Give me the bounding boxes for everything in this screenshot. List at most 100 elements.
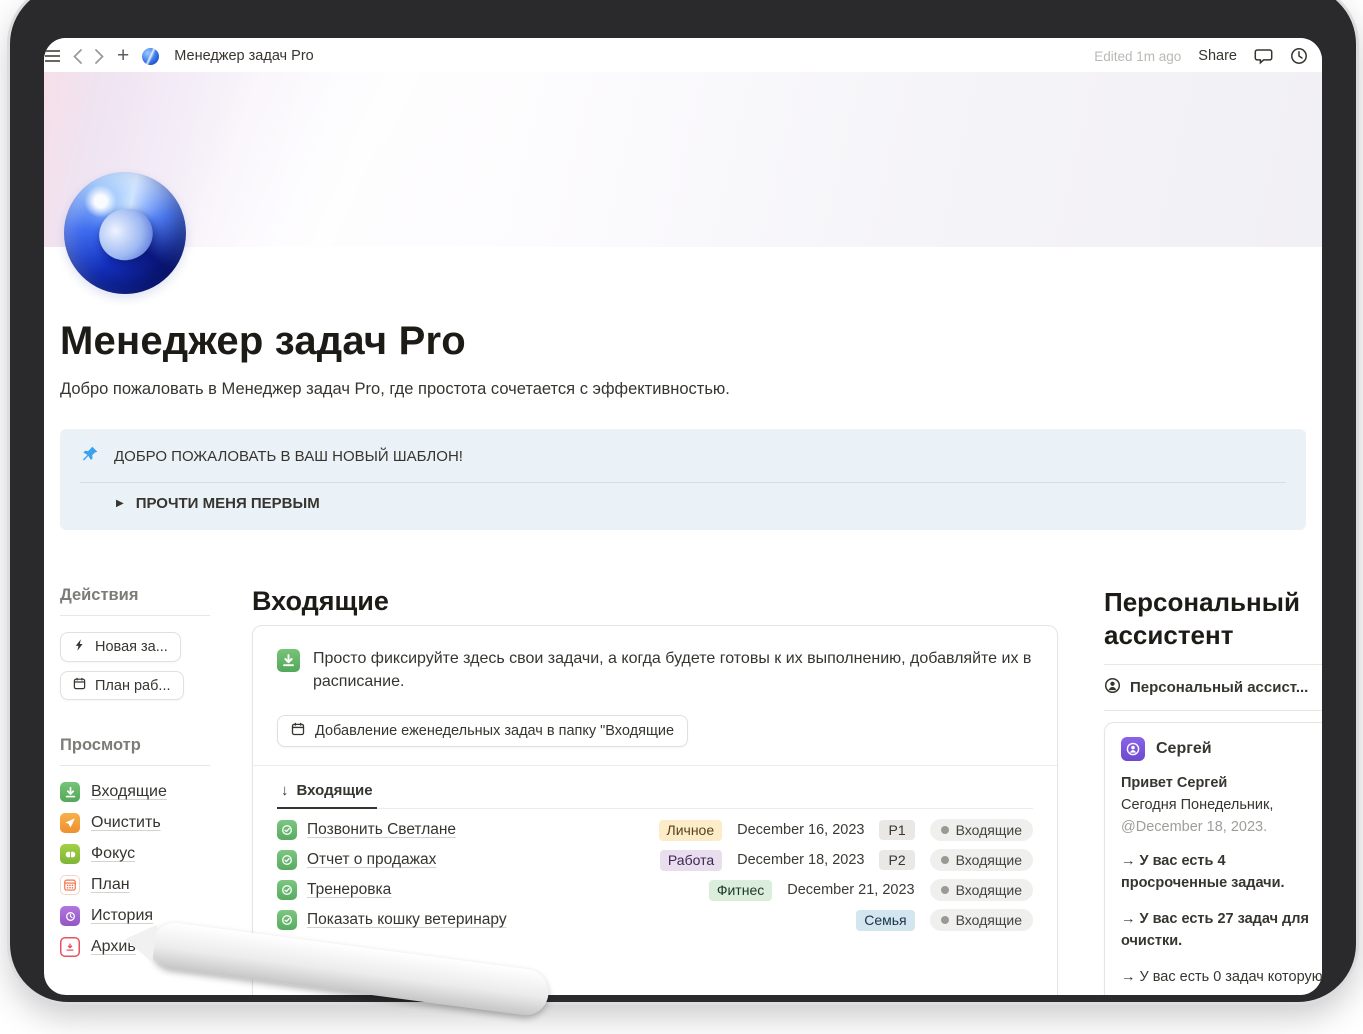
comments-icon[interactable] — [1254, 47, 1273, 65]
paper-plane-icon — [60, 813, 80, 833]
status-dot-icon — [941, 826, 949, 834]
page-logo — [64, 172, 186, 294]
priority-badge[interactable]: P1 — [879, 820, 914, 840]
inbox-arrow-down-icon — [277, 649, 300, 672]
tab-inbox[interactable]: ↓ Входящие — [277, 778, 377, 809]
inbox-note: Просто фиксируйте здесь свои задачи, а к… — [313, 648, 1033, 693]
arrow-down-icon: ↓ — [281, 782, 289, 799]
sidebar-label: План — [91, 876, 130, 894]
inbox-arrow-down-icon — [60, 782, 80, 802]
assistant-line: Сегодня Понедельник, — [1121, 795, 1322, 817]
date-mention[interactable]: @December 18, 2023. — [1121, 817, 1322, 839]
table-row[interactable]: Показать кошку ветеринару Семья Входящие — [277, 905, 1033, 935]
actions-heading: Действия — [60, 586, 210, 605]
status-pill[interactable]: Входящие — [930, 849, 1033, 871]
share-button[interactable]: Share — [1198, 48, 1237, 64]
cover-image — [44, 72, 1322, 247]
priority-badge[interactable]: P2 — [879, 850, 914, 870]
sidebar-item-focus[interactable]: Фокус — [60, 844, 210, 864]
tab-title[interactable]: Менеджер задач Pro — [174, 48, 313, 64]
screen: + Менеджер задач Pro Edited 1m ago Share… — [44, 38, 1322, 995]
assistant-toggle-label: Персональный ассист... — [1130, 679, 1308, 696]
toggle-triangle-icon: ▶ — [116, 498, 124, 509]
sidebar-label: Очистить — [91, 814, 161, 832]
task-title[interactable]: Отчет о продажах — [307, 851, 436, 869]
task-title[interactable]: Тренеровка — [307, 881, 391, 899]
task-check-icon[interactable] — [277, 880, 297, 900]
new-tab-icon[interactable]: + — [117, 45, 129, 66]
status-dot-icon — [941, 916, 949, 924]
task-check-icon[interactable] — [277, 910, 297, 930]
task-check-icon[interactable] — [277, 850, 297, 870]
status-dot-icon — [941, 856, 949, 864]
person-circle-icon — [1104, 677, 1121, 698]
sidebar-item-inbox[interactable]: Входящие — [60, 782, 210, 802]
pushpin-icon — [80, 445, 99, 468]
inbox-section: Входящие Просто фиксируйте здесь свои за… — [252, 586, 1058, 995]
left-sidebar: Действия Новая за... План раб... — [60, 586, 210, 968]
weekly-tasks-label: Добавление еженедельных задач в папку "В… — [315, 723, 674, 739]
edited-timestamp: Edited 1m ago — [1094, 49, 1181, 64]
forward-icon[interactable] — [95, 49, 104, 64]
task-title[interactable]: Показать кошку ветеринару — [307, 911, 507, 929]
browser-topbar: + Менеджер задач Pro Edited 1m ago Share — [44, 38, 1322, 72]
assistant-bullet: → У вас есть 0 задач которую осталось сд… — [1121, 967, 1322, 995]
page-icon — [142, 48, 159, 65]
calendar-icon — [291, 722, 305, 740]
read-me-first-toggle[interactable]: ▶ ПРОЧТИ МЕНЯ ПЕРВЫМ — [116, 495, 1286, 512]
assistant-name: Сергей — [1156, 740, 1212, 758]
tablet-frame: + Менеджер задач Pro Edited 1m ago Share… — [10, 0, 1356, 1002]
tab-label: Входящие — [297, 782, 373, 799]
category-tag[interactable]: Фитнес — [709, 880, 772, 902]
inbox-card: Просто фиксируйте здесь свои задачи, а к… — [252, 625, 1058, 995]
new-task-button[interactable]: Новая за... — [60, 632, 181, 662]
status-pill[interactable]: Входящие — [930, 819, 1033, 841]
back-icon[interactable] — [73, 49, 82, 64]
toggle-label: ПРОЧТИ МЕНЯ ПЕРВЫМ — [136, 495, 320, 512]
table-row[interactable]: Позвонить Светлане Личное December 16, 2… — [277, 815, 1033, 845]
calendar-icon — [73, 677, 86, 694]
status-pill[interactable]: Входящие — [930, 909, 1033, 931]
sidebar-label: Входящие — [91, 783, 167, 801]
assistant-section: Персональный ассистент Персональный асси… — [1104, 586, 1322, 995]
menu-icon[interactable] — [45, 50, 60, 62]
status-pill[interactable]: Входящие — [930, 879, 1033, 901]
plan-work-button[interactable]: План раб... — [60, 671, 184, 700]
page-title: Менеджер задач Pro — [60, 247, 1306, 364]
archive-icon — [60, 937, 80, 957]
category-tag[interactable]: Семья — [856, 910, 914, 932]
due-date[interactable]: December 21, 2023 — [787, 882, 914, 898]
view-tabs: ↓ Входящие — [277, 778, 1033, 809]
status-dot-icon — [941, 886, 949, 894]
due-date[interactable]: December 18, 2023 — [737, 852, 864, 868]
history-clock-icon[interactable] — [1290, 47, 1308, 65]
sidebar-item-clear[interactable]: Очистить — [60, 813, 210, 833]
lightning-icon — [73, 638, 86, 656]
table-row[interactable]: Отчет о продажах Работа December 18, 202… — [277, 845, 1033, 875]
category-tag[interactable]: Работа — [660, 850, 722, 872]
assistant-greeting: Привет Сергей — [1121, 773, 1322, 795]
task-check-icon[interactable] — [277, 820, 297, 840]
page-subtitle: Добро пожаловать в Менеджер задач Pro, г… — [60, 380, 1306, 399]
category-tag[interactable]: Личное — [659, 820, 723, 842]
sidebar-label: Фокус — [91, 845, 135, 863]
assistant-heading: Персональный ассистент — [1104, 586, 1322, 651]
new-task-label: Новая за... — [95, 639, 168, 655]
callout-title: ДОБРО ПОЖАЛОВАТЬ В ВАШ НОВЫЙ ШАБЛОН! — [114, 448, 463, 465]
table-row[interactable]: Тренеровка Фитнес December 21, 2023 Вход… — [277, 875, 1033, 905]
task-title[interactable]: Позвонить Светлане — [307, 821, 456, 839]
sidebar-item-plan[interactable]: План — [60, 875, 210, 895]
welcome-callout: ДОБРО ПОЖАЛОВАТЬ В ВАШ НОВЫЙ ШАБЛОН! ▶ П… — [60, 429, 1306, 530]
due-date[interactable]: December 16, 2023 — [737, 822, 864, 838]
assistant-toggle[interactable]: Персональный ассист... ⌄ — [1104, 677, 1322, 698]
assistant-avatar-icon — [1121, 737, 1145, 761]
calendar-grid-icon — [60, 875, 80, 895]
inbox-heading: Входящие — [252, 586, 1058, 617]
task-rows: Позвонить Светлане Личное December 16, 2… — [277, 815, 1033, 965]
brain-icon — [60, 844, 80, 864]
view-heading: Просмотр — [60, 736, 210, 755]
weekly-tasks-button[interactable]: Добавление еженедельных задач в папку "В… — [277, 715, 688, 747]
assistant-bullet: → У вас есть 4 просроченные задачи. — [1121, 851, 1322, 895]
plan-work-label: План раб... — [95, 678, 171, 694]
clock-icon — [60, 906, 80, 926]
